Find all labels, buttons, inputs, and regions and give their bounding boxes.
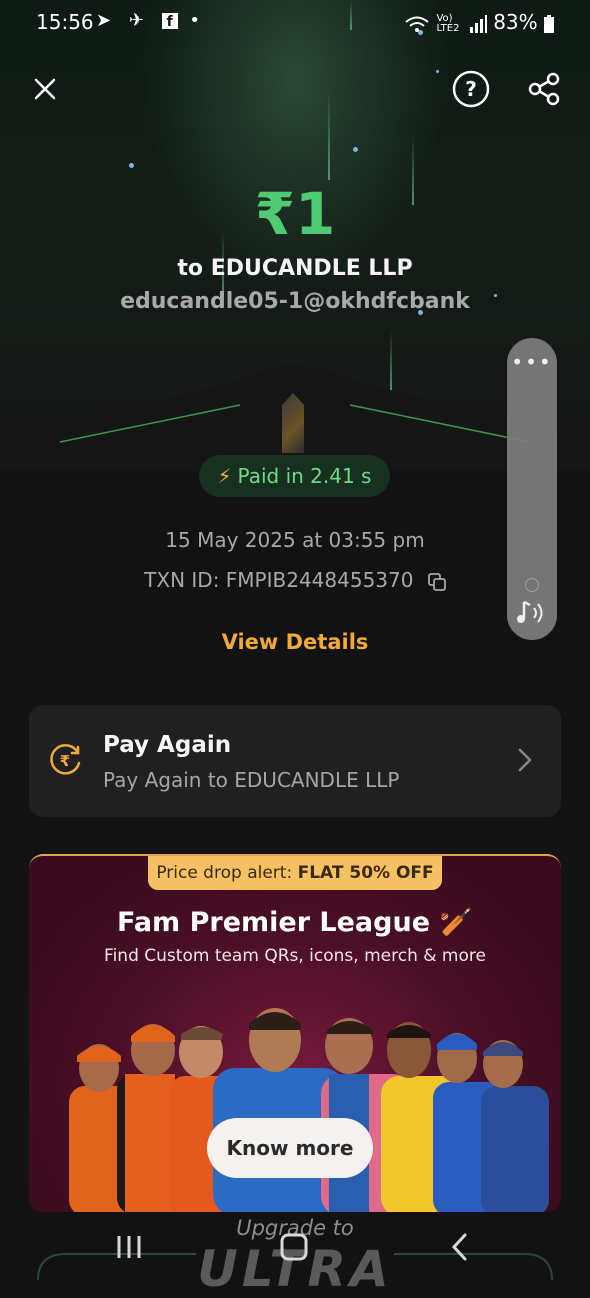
help-icon: ? — [452, 70, 490, 108]
svg-text:₹: ₹ — [60, 752, 70, 770]
sparkle-dot — [436, 70, 439, 73]
share-icon — [528, 72, 560, 106]
battery-percent: 83% — [493, 10, 538, 34]
sparkle-dot — [129, 163, 134, 168]
price-drop-tag: Price drop alert: FLAT 50% OFF — [148, 856, 442, 890]
home-icon[interactable] — [279, 1232, 309, 1262]
know-more-button[interactable]: Know more — [207, 1118, 373, 1178]
sparkle-dot — [353, 147, 358, 152]
minimize-icon[interactable] — [525, 578, 539, 592]
notification-icons: ➤ ✈ f • — [96, 10, 206, 31]
recipient-upi-id: educandle05-1@okhdfcbank — [120, 289, 470, 314]
transaction-date: 15 May 2025 at 03:55 pm — [165, 528, 425, 552]
status-bar: 15:56 ➤ ✈ f • Vo) LTE2 83% — [0, 0, 590, 44]
copy-icon[interactable] — [427, 572, 446, 591]
status-right: Vo) LTE2 83% — [404, 10, 554, 34]
facebook-icon: f — [161, 13, 178, 30]
back-icon[interactable] — [450, 1232, 470, 1262]
price-drop-prefix: Price drop alert: — [156, 863, 298, 883]
navigation-icon: ✈ — [128, 10, 150, 31]
telegram-icon: ➤ — [96, 10, 118, 31]
recipient-name: to EDUCANDLE LLP — [177, 256, 413, 281]
promo-title: Fam Premier League 🏏 — [116, 907, 474, 938]
promo-banner[interactable]: Price drop alert: FLAT 50% OFF Fam Premi… — [29, 854, 561, 1212]
signal-icon — [469, 14, 487, 33]
paid-time-badge: ⚡ Paid in 2.41 s — [199, 455, 390, 497]
dot-icon: • — [189, 10, 207, 31]
pay-again-title: Pay Again — [103, 732, 232, 758]
rupee-refresh-icon: ₹ — [50, 744, 81, 775]
paid-time-label: Paid in 2.41 s — [237, 464, 372, 488]
share-button[interactable] — [521, 66, 567, 112]
sound-icon[interactable] — [515, 598, 549, 628]
payment-amount: ₹1 — [254, 180, 336, 248]
chevron-right-icon — [518, 748, 532, 772]
svg-text:?: ? — [465, 77, 477, 101]
transaction-id: TXN ID: FMPIB2448455370 — [144, 568, 414, 592]
close-icon — [34, 78, 56, 100]
price-drop-offer: FLAT 50% OFF — [297, 863, 434, 883]
pay-again-card[interactable]: ₹ Pay Again Pay Again to EDUCANDLE LLP — [29, 705, 561, 817]
network-label: Vo) LTE2 — [436, 12, 460, 34]
floating-side-panel[interactable]: ••• — [507, 338, 557, 640]
help-button[interactable]: ? — [448, 66, 494, 112]
more-options-icon[interactable]: ••• — [507, 350, 557, 374]
brand-logo — [282, 393, 304, 453]
lightning-icon: ⚡ — [217, 464, 232, 488]
view-details-link[interactable]: View Details — [0, 630, 590, 654]
wifi-icon — [405, 16, 429, 32]
transaction-id-row: TXN ID: FMPIB2448455370 — [0, 568, 590, 592]
light-streak — [328, 90, 330, 180]
pay-again-subtitle: Pay Again to EDUCANDLE LLP — [103, 768, 400, 792]
battery-icon — [544, 14, 554, 33]
status-time: 15:56 — [36, 10, 94, 34]
close-button[interactable] — [22, 66, 68, 112]
recent-apps-icon[interactable] — [115, 1232, 143, 1262]
promo-subtitle: Find Custom team QRs, icons, merch & mor… — [104, 946, 486, 966]
